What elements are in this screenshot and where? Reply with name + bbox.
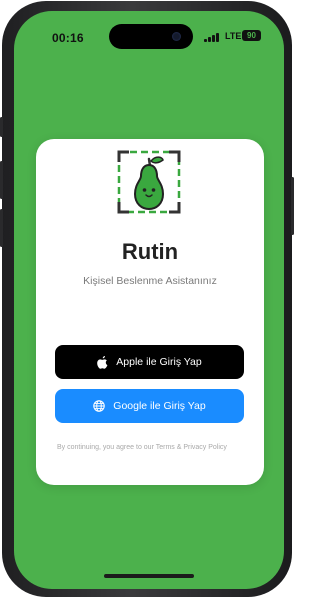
apple-sign-in-button[interactable]: Apple ile Giriş Yap bbox=[55, 345, 244, 379]
globe-icon bbox=[93, 400, 106, 412]
app-title: Rutin bbox=[121, 239, 179, 264]
pear-mascot-icon bbox=[116, 149, 182, 215]
phone-frame: 00:16 LTE 90 Rutin Kişisel Beslenme Asis… bbox=[0, 1, 294, 597]
power-button bbox=[291, 177, 294, 235]
screen: 00:16 LTE 90 Rutin Kişisel Beslenme Asis… bbox=[14, 11, 284, 589]
network-type: LTE bbox=[225, 31, 242, 41]
login-card: Rutin Kişisel Beslenme Asistanınız Apple… bbox=[36, 139, 264, 485]
home-indicator[interactable] bbox=[104, 574, 194, 578]
volume-up-button bbox=[0, 161, 3, 199]
status-time: 00:16 bbox=[52, 31, 84, 45]
dynamic-island bbox=[109, 24, 193, 49]
app-subtitle: Kişisel Beslenme Asistanınız bbox=[83, 275, 217, 287]
signal-icon bbox=[204, 33, 219, 42]
apple-icon bbox=[97, 355, 108, 369]
battery-icon: 90 bbox=[242, 30, 261, 41]
action-button bbox=[0, 117, 3, 137]
front-camera bbox=[172, 32, 181, 41]
apple-button-label: Apple ile Giriş Yap bbox=[116, 356, 202, 368]
status-bar: 00:16 LTE 90 bbox=[14, 11, 284, 51]
google-button-label: Google ile Giriş Yap bbox=[113, 400, 206, 412]
volume-down-button bbox=[0, 209, 3, 247]
terms-text: By continuing, you agree to our Terms & … bbox=[57, 444, 227, 451]
google-sign-in-button[interactable]: Google ile Giriş Yap bbox=[55, 389, 244, 423]
